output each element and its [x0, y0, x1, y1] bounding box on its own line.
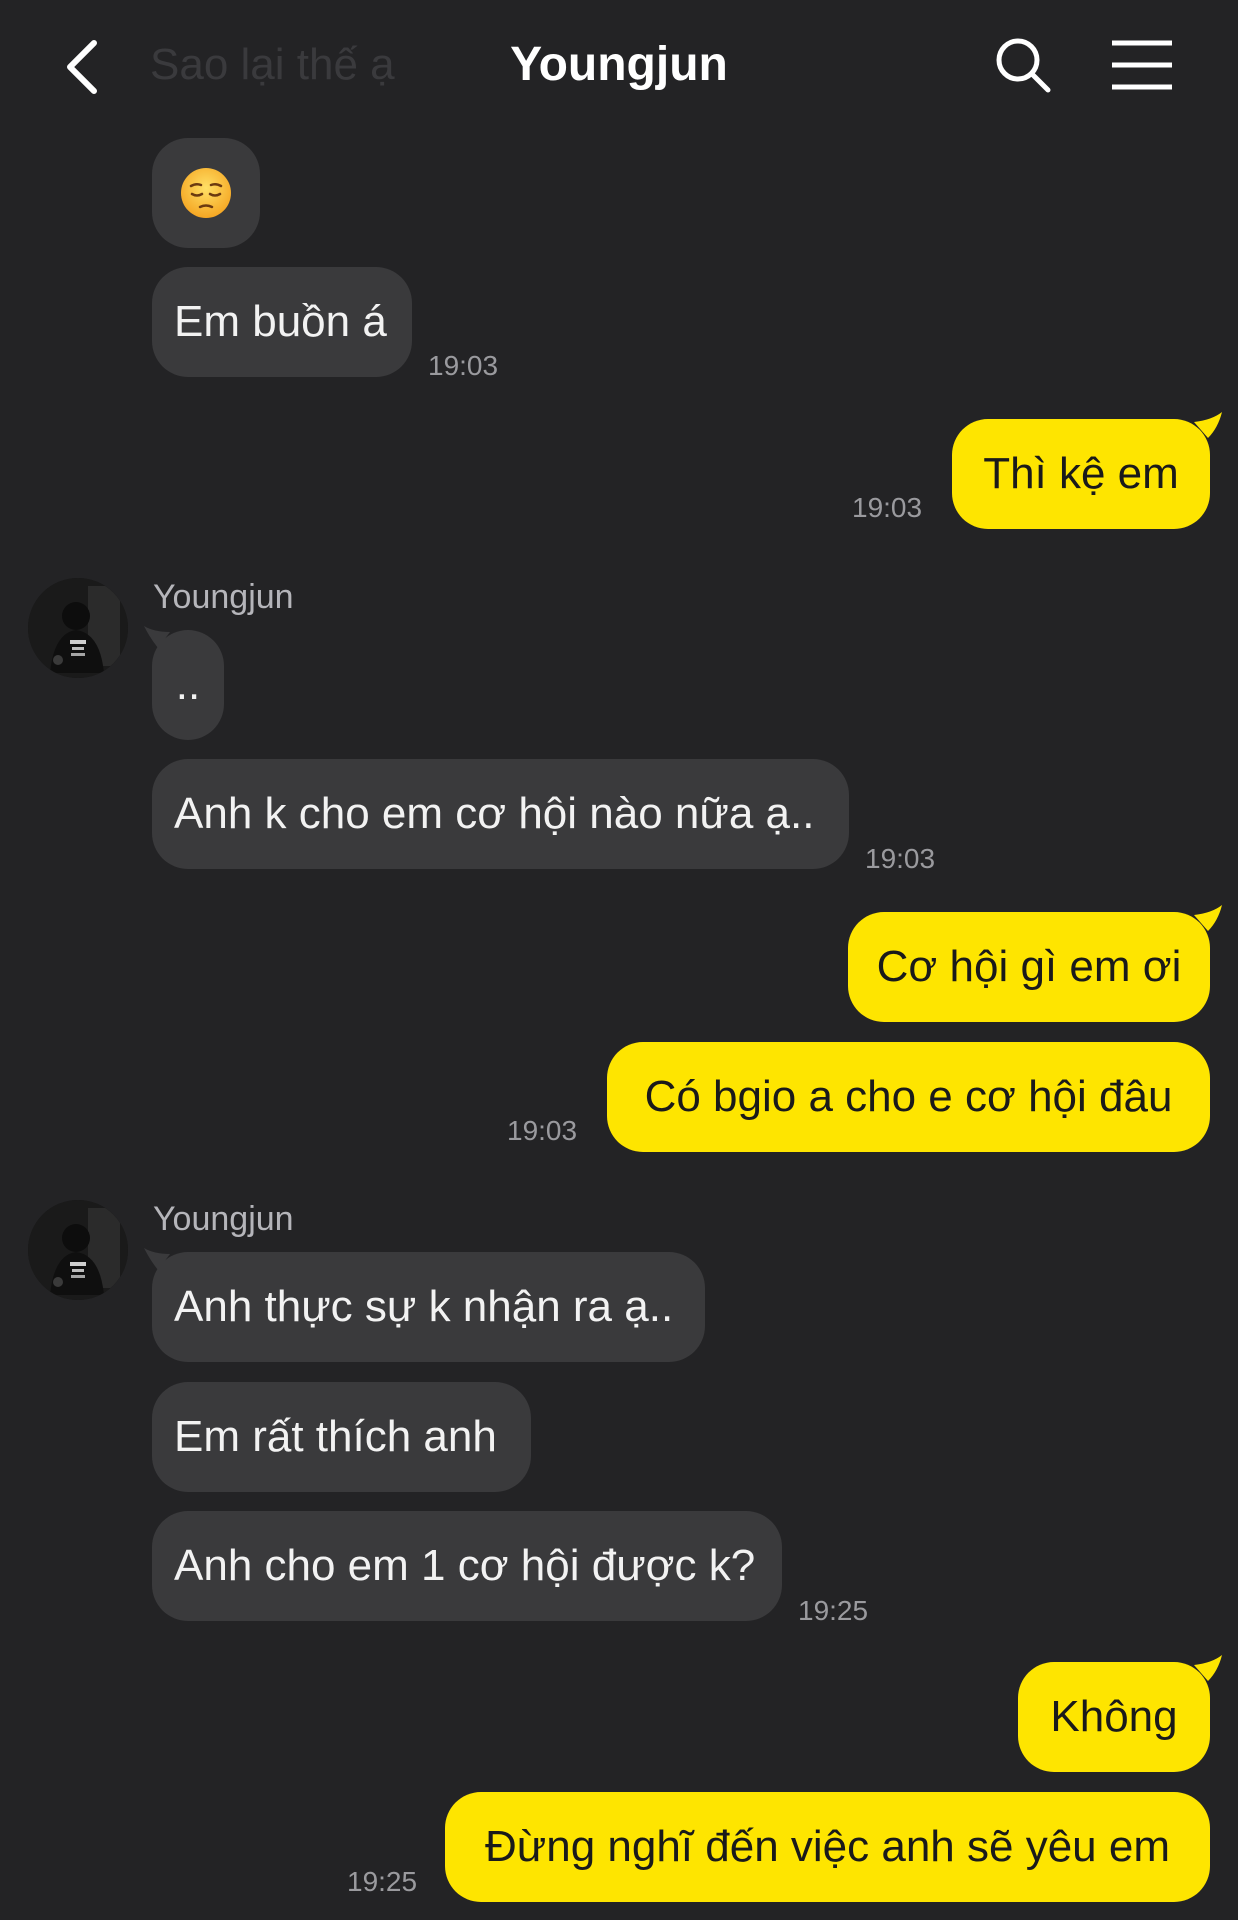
- sender-name: Youngjun: [153, 1200, 294, 1238]
- message-timestamp: 19:25: [798, 1595, 869, 1626]
- message-timestamp: 19:03: [865, 843, 936, 874]
- incoming-message-bubble[interactable]: [152, 138, 260, 248]
- chat-header: Sao lại thế ạ Youngjun: [0, 0, 1238, 130]
- message-timestamp: 19:25: [347, 1866, 418, 1897]
- chevron-left-icon: [67, 40, 97, 94]
- incoming-message-bubble[interactable]: Em rất thích anh: [152, 1382, 531, 1492]
- outgoing-message-bubble[interactable]: Đừng nghĩ đến việc anh sẽ yêu em: [445, 1792, 1210, 1902]
- incoming-message-bubble[interactable]: Anh thực sự k nhận ra ạ..: [152, 1252, 705, 1362]
- profile-photo-icon: [28, 1200, 128, 1300]
- hamburger-menu-icon: [1112, 40, 1172, 90]
- outgoing-message-bubble[interactable]: Cơ hội gì em ơi: [848, 912, 1210, 1022]
- faded-header-text: Sao lại thế ạ: [150, 40, 395, 89]
- outgoing-message-bubble[interactable]: Có bgio a cho e cơ hội đâu: [607, 1042, 1210, 1152]
- avatar[interactable]: [28, 1200, 128, 1300]
- outgoing-message-bubble[interactable]: Không: [1018, 1662, 1210, 1772]
- sender-name: Youngjun: [153, 578, 294, 616]
- incoming-message-bubble[interactable]: Anh cho em 1 cơ hội được k?: [152, 1511, 782, 1621]
- pensive-face-emoji-icon: [181, 168, 231, 218]
- message-timestamp: 19:03: [428, 350, 499, 381]
- chat-title: Youngjun: [510, 38, 728, 91]
- bubble-tail-icon: [144, 1248, 170, 1270]
- profile-photo-icon: [28, 578, 128, 678]
- outgoing-message-bubble[interactable]: Thì kệ em: [952, 419, 1210, 529]
- message-timestamp: 19:03: [507, 1115, 578, 1146]
- avatar[interactable]: [28, 578, 128, 678]
- incoming-message-bubble[interactable]: Anh k cho em cơ hội nào nữa ạ..: [152, 759, 849, 869]
- back-button[interactable]: [52, 32, 112, 102]
- bubble-tail-icon: [1194, 905, 1222, 931]
- bubble-tail-icon: [144, 626, 170, 648]
- bubble-tail-icon: [1194, 412, 1222, 438]
- search-icon: [996, 38, 1051, 93]
- search-button[interactable]: [988, 30, 1058, 100]
- bubble-tail-icon: [1194, 1655, 1222, 1681]
- message-timestamp: 19:03: [852, 492, 923, 523]
- incoming-message-bubble[interactable]: Em buồn á: [152, 267, 412, 377]
- menu-button[interactable]: [1104, 30, 1180, 100]
